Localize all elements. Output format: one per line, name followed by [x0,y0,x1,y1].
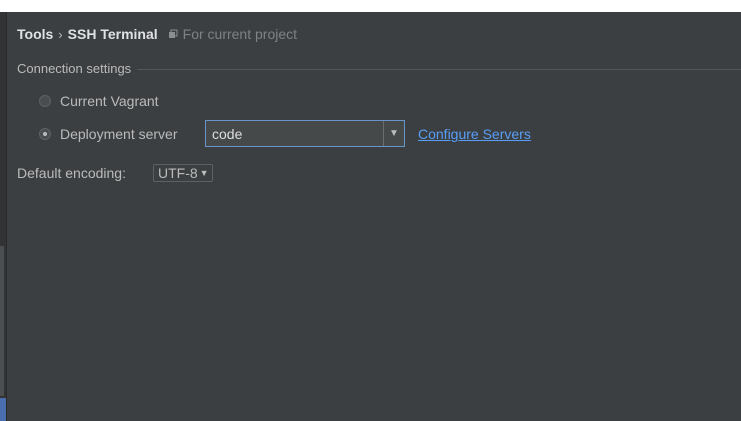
project-scope-icon [168,29,178,39]
server-select-value[interactable]: code [206,126,383,142]
settings-tree-scrollbar[interactable] [0,246,4,396]
radio-button-deployment-server[interactable] [39,128,51,140]
settings-panel: Tools › SSH Terminal For current project… [0,12,741,421]
breadcrumb-separator: › [58,26,63,42]
radio-label-current-vagrant[interactable]: Current Vagrant [60,93,159,109]
encoding-select-value[interactable]: UTF-8 [158,165,198,181]
breadcrumb-ssh-terminal: SSH Terminal [67,26,158,42]
radio-current-vagrant[interactable]: Current Vagrant [39,90,159,112]
radio-label-deployment-server[interactable]: Deployment server [60,126,178,142]
connection-settings-group: Connection settings [17,61,741,77]
radio-deployment-server[interactable]: Deployment server [39,123,178,145]
server-select[interactable]: code ▼ [205,120,405,147]
radio-button-current-vagrant[interactable] [39,95,51,107]
scope-note: For current project [182,26,298,42]
breadcrumb: Tools › SSH Terminal For current project [17,24,297,44]
encoding-select[interactable]: UTF-8 ▼ [153,164,213,182]
configure-servers-link[interactable]: Configure Servers [418,124,531,144]
chevron-down-icon[interactable]: ▼ [383,121,404,146]
default-encoding-label: Default encoding: [17,165,126,181]
chevron-down-icon[interactable]: ▼ [200,168,209,178]
group-title: Connection settings [17,61,138,77]
settings-tree-selection [0,398,6,421]
breadcrumb-tools[interactable]: Tools [17,26,53,42]
